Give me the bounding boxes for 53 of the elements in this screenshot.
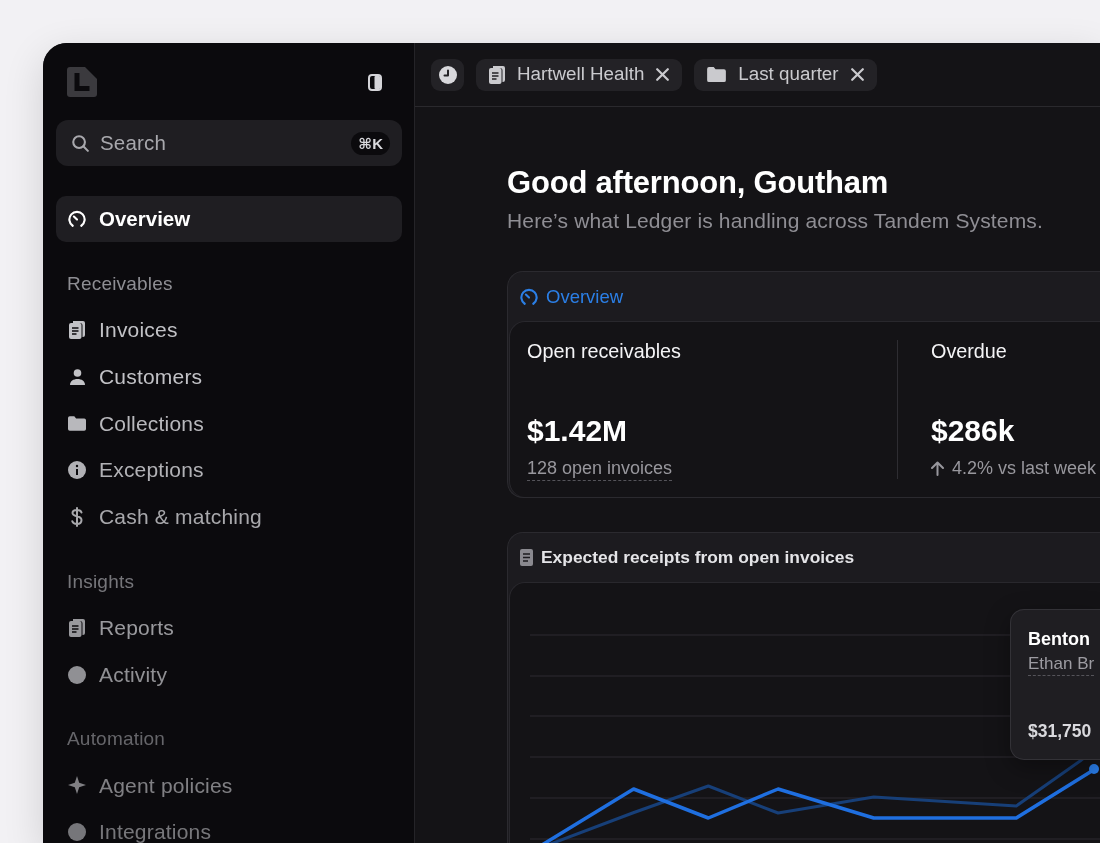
circle-icon — [68, 823, 86, 842]
document-icon — [520, 549, 533, 566]
search-bar[interactable]: Search ⌘K — [56, 120, 402, 166]
section-label: Insights — [66, 570, 136, 593]
chart-title: Expected receipts from open invoices — [541, 546, 855, 570]
metric-label: Open receivables — [527, 339, 682, 363]
nav-item[interactable]: Activity — [56, 651, 402, 698]
card-title: Overview — [546, 284, 624, 309]
document-icon — [489, 65, 505, 84]
circle-icon — [68, 665, 86, 684]
filter-chip[interactable]: Last quarter — [694, 58, 877, 91]
history-button[interactable] — [431, 58, 464, 91]
gauge-icon — [520, 287, 538, 306]
close-icon[interactable] — [656, 68, 670, 81]
metric-label: Overdue — [931, 339, 1008, 363]
data-point-icon — [1089, 764, 1099, 774]
section-label: Receivables — [66, 272, 174, 295]
document-icon — [69, 618, 85, 637]
clock-icon — [438, 65, 457, 84]
search-icon — [72, 134, 89, 152]
metric-note: 4.2% vs last week — [952, 457, 1097, 479]
folder-icon — [68, 415, 86, 431]
nav-item[interactable]: Exceptions — [56, 447, 402, 494]
nav-item[interactable]: Customers — [56, 353, 402, 400]
section-label: Automation — [66, 728, 167, 751]
nav-item[interactable]: Reports — [56, 604, 402, 651]
greeting-subtitle: Here’s what Ledger is handling across Tandem Systems. — [507, 208, 1044, 233]
nav-item[interactable]: Agent policies — [56, 762, 402, 809]
tooltip-title: Benton — [1028, 628, 1091, 651]
shortcut-hint: ⌘K — [351, 131, 390, 155]
metric-value: $1.42M — [527, 413, 629, 449]
nav-item[interactable]: Integrations — [56, 809, 402, 843]
logo-icon — [67, 67, 97, 97]
panel-icon[interactable] — [368, 73, 382, 91]
metric-note: 128 open invoices — [527, 457, 673, 479]
info-icon — [68, 461, 86, 480]
sparkle-icon — [68, 776, 86, 795]
greeting-title: Good afternoon, Goutham — [507, 164, 890, 201]
person-icon — [69, 368, 85, 385]
nav-item[interactable]: Invoices — [56, 306, 402, 353]
close-icon[interactable] — [850, 68, 864, 81]
nav-item[interactable]: Overview — [56, 196, 402, 242]
nav-item[interactable]: Collections — [56, 400, 402, 447]
tooltip-subtitle: Ethan Br — [1028, 654, 1095, 673]
gauge-icon — [68, 210, 86, 228]
search-input[interactable]: Search — [100, 128, 341, 158]
metric-value: $286k — [931, 413, 1016, 449]
tooltip-amount: $31,750 — [1028, 720, 1093, 742]
document-icon — [69, 320, 85, 339]
filter-chip[interactable]: Hartwell Health — [476, 58, 683, 91]
dollar-icon — [71, 507, 83, 527]
nav-item[interactable]: Cash & matching — [56, 494, 402, 540]
folder-icon — [707, 67, 727, 82]
